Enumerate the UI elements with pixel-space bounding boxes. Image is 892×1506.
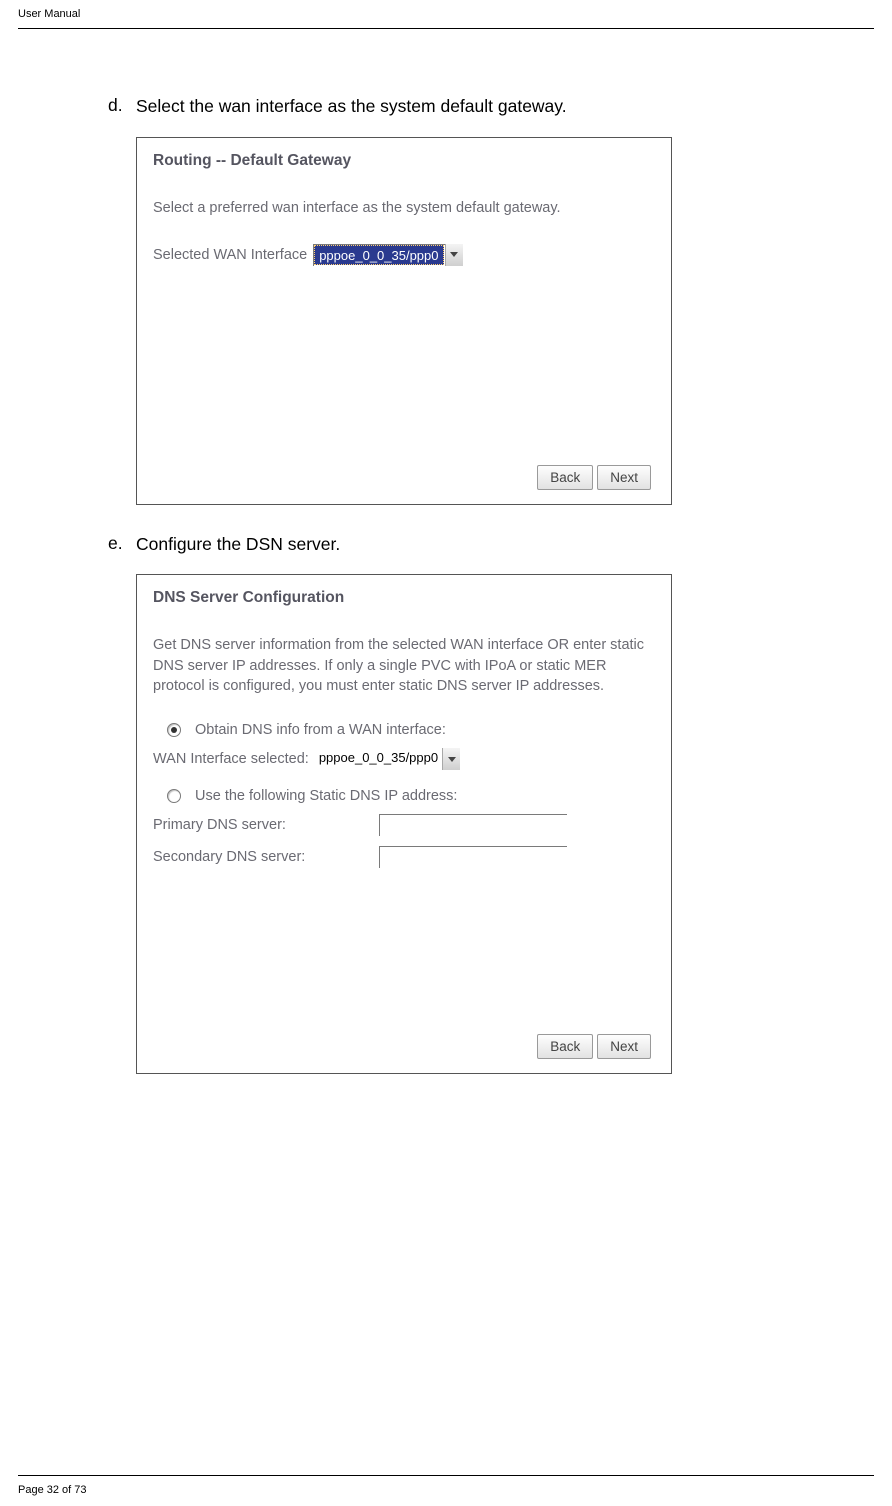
header-rule: [18, 28, 874, 29]
routing-panel: Routing -- Default Gateway Select a pref…: [136, 137, 672, 505]
wan-selected-value: pppoe_0_0_35/ppp0: [315, 748, 442, 770]
static-dns-option[interactable]: Use the following Static DNS IP address:: [167, 788, 655, 804]
chevron-down-icon[interactable]: [445, 244, 463, 266]
primary-dns-input[interactable]: [379, 814, 567, 836]
secondary-dns-input[interactable]: [379, 846, 567, 868]
dns-panel-desc: Get DNS server information from the sele…: [153, 635, 655, 696]
wan-interface-select[interactable]: pppoe_0_0_35/ppp0: [313, 244, 462, 266]
routing-button-row: Back Next: [537, 465, 651, 490]
back-button[interactable]: Back: [537, 465, 593, 490]
wan-selected-select[interactable]: pppoe_0_0_35/ppp0: [315, 748, 460, 770]
wan-selected-field: WAN Interface selected: pppoe_0_0_35/ppp…: [153, 748, 655, 770]
secondary-dns-field: Secondary DNS server:: [153, 846, 655, 868]
footer-text: Page 32 of 73: [18, 1484, 87, 1496]
page-content: d. Select the wan interface as the syste…: [108, 95, 828, 1074]
step-d-marker: d.: [108, 95, 136, 116]
wan-interface-select-value: pppoe_0_0_35/ppp0: [314, 245, 443, 265]
obtain-dns-option[interactable]: Obtain DNS info from a WAN interface:: [167, 722, 655, 738]
static-dns-label: Use the following Static DNS IP address:: [195, 788, 457, 804]
obtain-dns-label: Obtain DNS info from a WAN interface:: [195, 722, 446, 738]
radio-static-dns[interactable]: [167, 789, 181, 803]
step-d: d. Select the wan interface as the syste…: [108, 95, 828, 119]
primary-dns-label: Primary DNS server:: [153, 817, 373, 833]
wan-selected-label: WAN Interface selected:: [153, 751, 309, 767]
chevron-down-icon[interactable]: [442, 748, 460, 770]
primary-dns-field: Primary DNS server:: [153, 814, 655, 836]
routing-panel-title: Routing -- Default Gateway: [153, 152, 655, 170]
wan-interface-field: Selected WAN Interface pppoe_0_0_35/ppp0: [153, 244, 655, 266]
next-button[interactable]: Next: [597, 1034, 651, 1059]
radio-obtain-dns[interactable]: [167, 723, 181, 737]
back-button[interactable]: Back: [537, 1034, 593, 1059]
routing-panel-desc: Select a preferred wan interface as the …: [153, 198, 655, 218]
dns-button-row: Back Next: [537, 1034, 651, 1059]
next-button[interactable]: Next: [597, 465, 651, 490]
step-d-text: Select the wan interface as the system d…: [136, 95, 567, 119]
dns-panel: DNS Server Configuration Get DNS server …: [136, 574, 672, 1074]
step-e-text: Configure the DSN server.: [136, 533, 340, 557]
dns-panel-title: DNS Server Configuration: [153, 589, 655, 607]
header-title: User Manual: [18, 8, 80, 20]
wan-interface-label: Selected WAN Interface: [153, 247, 307, 263]
step-e-marker: e.: [108, 533, 136, 554]
secondary-dns-label: Secondary DNS server:: [153, 849, 373, 865]
step-e: e. Configure the DSN server.: [108, 533, 828, 557]
footer-rule: [18, 1475, 874, 1476]
